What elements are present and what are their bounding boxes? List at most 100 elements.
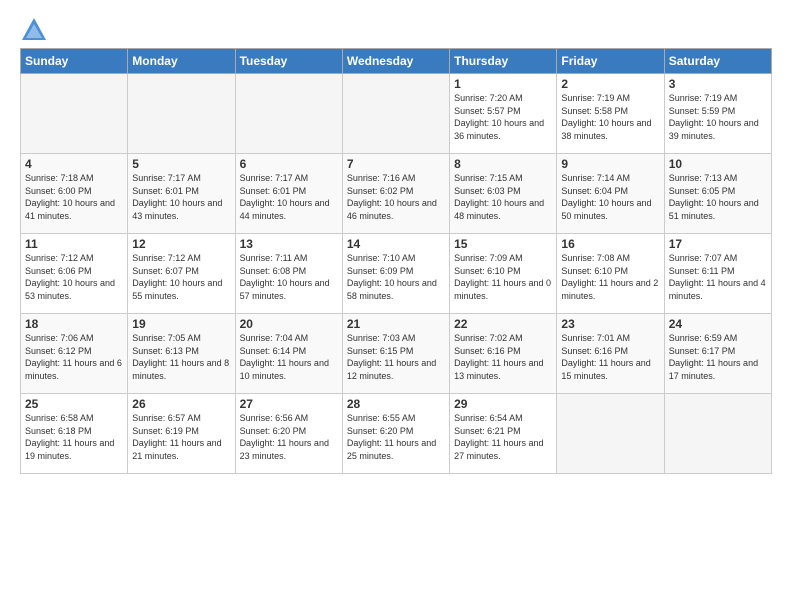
day-cell: 21Sunrise: 7:03 AMSunset: 6:15 PMDayligh… [342,314,449,394]
day-number: 5 [132,157,230,171]
day-cell: 7Sunrise: 7:16 AMSunset: 6:02 PMDaylight… [342,154,449,234]
header-cell-wednesday: Wednesday [342,49,449,74]
day-number: 2 [561,77,659,91]
day-info: Sunrise: 7:07 AMSunset: 6:11 PMDaylight:… [669,252,767,302]
day-number: 18 [25,317,123,331]
header-cell-saturday: Saturday [664,49,771,74]
day-cell: 2Sunrise: 7:19 AMSunset: 5:58 PMDaylight… [557,74,664,154]
day-info: Sunrise: 6:58 AMSunset: 6:18 PMDaylight:… [25,412,123,462]
day-cell: 10Sunrise: 7:13 AMSunset: 6:05 PMDayligh… [664,154,771,234]
day-number: 12 [132,237,230,251]
logo [20,16,52,44]
day-number: 14 [347,237,445,251]
day-info: Sunrise: 7:05 AMSunset: 6:13 PMDaylight:… [132,332,230,382]
day-cell: 18Sunrise: 7:06 AMSunset: 6:12 PMDayligh… [21,314,128,394]
logo-icon [20,16,48,44]
page: SundayMondayTuesdayWednesdayThursdayFrid… [0,0,792,484]
day-info: Sunrise: 7:17 AMSunset: 6:01 PMDaylight:… [240,172,338,222]
day-cell: 20Sunrise: 7:04 AMSunset: 6:14 PMDayligh… [235,314,342,394]
day-number: 20 [240,317,338,331]
header [20,16,772,44]
day-info: Sunrise: 7:09 AMSunset: 6:10 PMDaylight:… [454,252,552,302]
day-info: Sunrise: 6:59 AMSunset: 6:17 PMDaylight:… [669,332,767,382]
day-info: Sunrise: 7:16 AMSunset: 6:02 PMDaylight:… [347,172,445,222]
day-cell: 12Sunrise: 7:12 AMSunset: 6:07 PMDayligh… [128,234,235,314]
day-cell: 6Sunrise: 7:17 AMSunset: 6:01 PMDaylight… [235,154,342,234]
day-number: 29 [454,397,552,411]
day-number: 23 [561,317,659,331]
day-number: 24 [669,317,767,331]
day-number: 17 [669,237,767,251]
day-cell: 27Sunrise: 6:56 AMSunset: 6:20 PMDayligh… [235,394,342,474]
header-cell-monday: Monday [128,49,235,74]
day-number: 15 [454,237,552,251]
day-number: 26 [132,397,230,411]
day-number: 4 [25,157,123,171]
day-cell: 13Sunrise: 7:11 AMSunset: 6:08 PMDayligh… [235,234,342,314]
header-row: SundayMondayTuesdayWednesdayThursdayFrid… [21,49,772,74]
day-number: 22 [454,317,552,331]
day-info: Sunrise: 6:56 AMSunset: 6:20 PMDaylight:… [240,412,338,462]
day-number: 25 [25,397,123,411]
calendar-table: SundayMondayTuesdayWednesdayThursdayFrid… [20,48,772,474]
day-cell [342,74,449,154]
day-info: Sunrise: 7:20 AMSunset: 5:57 PMDaylight:… [454,92,552,142]
day-cell: 17Sunrise: 7:07 AMSunset: 6:11 PMDayligh… [664,234,771,314]
header-cell-thursday: Thursday [450,49,557,74]
day-cell [21,74,128,154]
day-info: Sunrise: 7:04 AMSunset: 6:14 PMDaylight:… [240,332,338,382]
header-cell-sunday: Sunday [21,49,128,74]
day-cell: 29Sunrise: 6:54 AMSunset: 6:21 PMDayligh… [450,394,557,474]
day-info: Sunrise: 7:13 AMSunset: 6:05 PMDaylight:… [669,172,767,222]
day-number: 3 [669,77,767,91]
day-cell: 16Sunrise: 7:08 AMSunset: 6:10 PMDayligh… [557,234,664,314]
day-info: Sunrise: 7:18 AMSunset: 6:00 PMDaylight:… [25,172,123,222]
day-cell: 15Sunrise: 7:09 AMSunset: 6:10 PMDayligh… [450,234,557,314]
day-cell [557,394,664,474]
day-cell: 19Sunrise: 7:05 AMSunset: 6:13 PMDayligh… [128,314,235,394]
week-row-1: 1Sunrise: 7:20 AMSunset: 5:57 PMDaylight… [21,74,772,154]
day-cell [128,74,235,154]
day-cell: 22Sunrise: 7:02 AMSunset: 6:16 PMDayligh… [450,314,557,394]
day-info: Sunrise: 7:01 AMSunset: 6:16 PMDaylight:… [561,332,659,382]
day-number: 16 [561,237,659,251]
week-row-3: 11Sunrise: 7:12 AMSunset: 6:06 PMDayligh… [21,234,772,314]
day-number: 13 [240,237,338,251]
day-cell: 1Sunrise: 7:20 AMSunset: 5:57 PMDaylight… [450,74,557,154]
day-info: Sunrise: 7:14 AMSunset: 6:04 PMDaylight:… [561,172,659,222]
day-info: Sunrise: 6:57 AMSunset: 6:19 PMDaylight:… [132,412,230,462]
day-info: Sunrise: 7:03 AMSunset: 6:15 PMDaylight:… [347,332,445,382]
day-number: 1 [454,77,552,91]
day-cell: 25Sunrise: 6:58 AMSunset: 6:18 PMDayligh… [21,394,128,474]
day-info: Sunrise: 7:19 AMSunset: 5:59 PMDaylight:… [669,92,767,142]
day-cell [235,74,342,154]
day-info: Sunrise: 7:15 AMSunset: 6:03 PMDaylight:… [454,172,552,222]
day-cell: 24Sunrise: 6:59 AMSunset: 6:17 PMDayligh… [664,314,771,394]
day-number: 9 [561,157,659,171]
day-number: 8 [454,157,552,171]
day-cell: 8Sunrise: 7:15 AMSunset: 6:03 PMDaylight… [450,154,557,234]
day-info: Sunrise: 6:55 AMSunset: 6:20 PMDaylight:… [347,412,445,462]
day-info: Sunrise: 7:11 AMSunset: 6:08 PMDaylight:… [240,252,338,302]
day-info: Sunrise: 7:12 AMSunset: 6:06 PMDaylight:… [25,252,123,302]
day-info: Sunrise: 7:17 AMSunset: 6:01 PMDaylight:… [132,172,230,222]
header-cell-friday: Friday [557,49,664,74]
day-info: Sunrise: 7:06 AMSunset: 6:12 PMDaylight:… [25,332,123,382]
day-info: Sunrise: 6:54 AMSunset: 6:21 PMDaylight:… [454,412,552,462]
day-number: 28 [347,397,445,411]
week-row-4: 18Sunrise: 7:06 AMSunset: 6:12 PMDayligh… [21,314,772,394]
day-number: 27 [240,397,338,411]
day-number: 7 [347,157,445,171]
day-info: Sunrise: 7:08 AMSunset: 6:10 PMDaylight:… [561,252,659,302]
day-cell: 23Sunrise: 7:01 AMSunset: 6:16 PMDayligh… [557,314,664,394]
day-number: 21 [347,317,445,331]
day-number: 19 [132,317,230,331]
day-info: Sunrise: 7:12 AMSunset: 6:07 PMDaylight:… [132,252,230,302]
day-number: 6 [240,157,338,171]
week-row-5: 25Sunrise: 6:58 AMSunset: 6:18 PMDayligh… [21,394,772,474]
day-cell: 9Sunrise: 7:14 AMSunset: 6:04 PMDaylight… [557,154,664,234]
day-info: Sunrise: 7:02 AMSunset: 6:16 PMDaylight:… [454,332,552,382]
day-cell: 5Sunrise: 7:17 AMSunset: 6:01 PMDaylight… [128,154,235,234]
header-cell-tuesday: Tuesday [235,49,342,74]
day-cell [664,394,771,474]
